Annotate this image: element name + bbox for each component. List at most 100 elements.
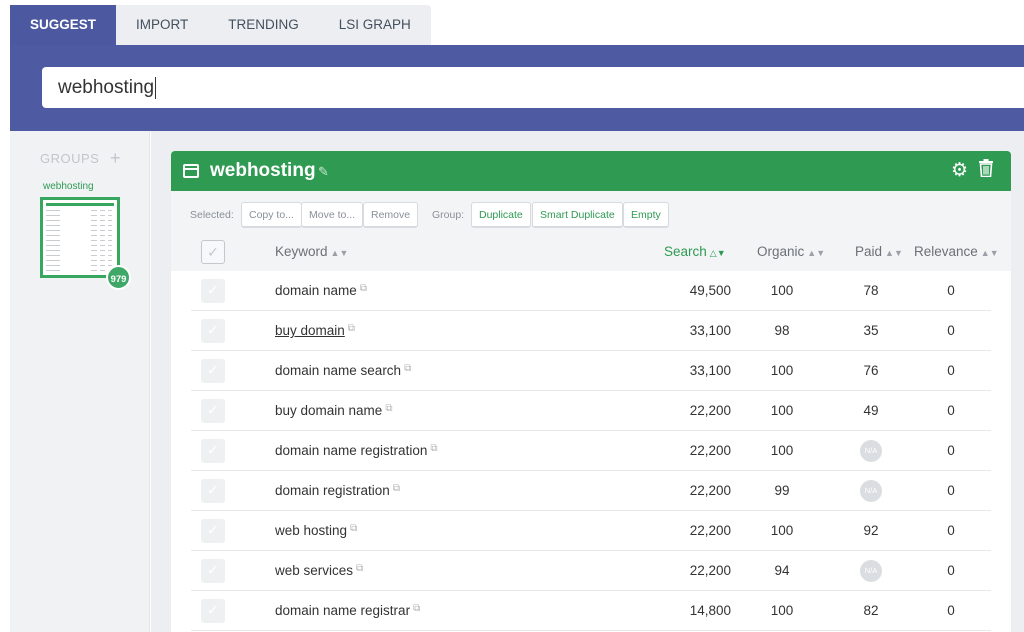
keyword-cell[interactable]: domain name search ⧉ [275, 363, 411, 378]
thumbnail-line [46, 210, 60, 211]
external-link-icon[interactable]: ⧉ [393, 483, 400, 494]
row-checkbox[interactable]: ✓ [201, 279, 225, 303]
external-link-icon[interactable]: ⧉ [350, 523, 357, 534]
thumbnail-line [108, 250, 112, 251]
thumbnail-line [108, 225, 112, 226]
pencil-icon[interactable]: ✎ [318, 164, 329, 180]
search-cell: 33,100 [689, 323, 731, 338]
keyword-cell[interactable]: buy domain name ⧉ [275, 403, 392, 418]
smart-duplicate-button[interactable]: Smart Duplicate [532, 202, 623, 228]
organic-cell: 100 [770, 443, 794, 458]
thumbnail-line [91, 210, 97, 211]
relevance-cell: 0 [947, 363, 955, 378]
groups-header: GROUPS [40, 151, 100, 166]
organic-cell: 100 [770, 403, 794, 418]
relevance-cell: 0 [947, 483, 955, 498]
sort-desc-icon: △▼ [709, 248, 726, 258]
organic-cell: 100 [770, 603, 794, 618]
tab-bar: SUGGEST IMPORT TRENDING LSI GRAPH [10, 5, 431, 45]
search-input[interactable]: webhosting [42, 67, 1024, 108]
tab-trending[interactable]: TRENDING [208, 5, 319, 45]
table-row[interactable]: ✓ web services ⧉ 22,200 94 N/A 0 [171, 551, 1011, 591]
external-link-icon[interactable]: ⧉ [404, 363, 411, 374]
external-link-icon[interactable]: ⧉ [385, 403, 392, 414]
row-checkbox[interactable]: ✓ [201, 559, 225, 583]
thumbnail-line [46, 215, 60, 216]
column-organic[interactable]: Organic ▲▼ [757, 244, 825, 259]
search-cell: 14,800 [689, 603, 731, 618]
table-row[interactable]: ✓ buy domain name ⧉ 22,200 100 49 0 [171, 391, 1011, 431]
select-all-checkbox[interactable]: ✓ [201, 240, 225, 264]
group-name-label[interactable]: webhosting [43, 181, 94, 192]
table-row[interactable]: ✓ domain registration ⧉ 22,200 99 N/A 0 [171, 471, 1011, 511]
table-row[interactable]: ✓ web hosting ⧉ 22,200 100 92 0 [171, 511, 1011, 551]
thumbnail-line [100, 215, 105, 216]
thumbnail-line [100, 220, 105, 221]
trash-icon[interactable] [979, 159, 995, 181]
relevance-cell: 0 [947, 323, 955, 338]
external-link-icon[interactable]: ⧉ [348, 323, 355, 334]
empty-button[interactable]: Empty [623, 202, 669, 228]
tab-lsi-graph[interactable]: LSI GRAPH [318, 5, 431, 45]
thumbnail-line [46, 265, 60, 266]
keyword-cell[interactable]: web hosting ⧉ [275, 523, 357, 538]
thumbnail-line [46, 245, 60, 246]
thumbnail-line [108, 260, 112, 261]
table-row[interactable]: ✓ domain name ⧉ 49,500 100 78 0 [171, 271, 1011, 311]
row-checkbox[interactable]: ✓ [201, 599, 225, 623]
external-link-icon[interactable]: ⧉ [413, 603, 420, 614]
thumbnail-line [108, 215, 112, 216]
tab-suggest[interactable]: SUGGEST [10, 5, 117, 45]
group-thumbnail[interactable] [40, 197, 120, 278]
thumbnail-line [91, 230, 97, 231]
move-to-button[interactable]: Move to... [301, 202, 364, 228]
thumbnail-line [46, 250, 60, 251]
thumbnail-line [108, 255, 112, 256]
paid-na-badge: N/A [860, 560, 882, 582]
table-row[interactable]: ✓ buy domain ⧉ 33,100 98 35 0 [171, 311, 1011, 351]
row-checkbox[interactable]: ✓ [201, 479, 225, 503]
column-relevance[interactable]: Relevance ▲▼ [914, 244, 999, 259]
column-keyword[interactable]: Keyword ▲▼ [275, 244, 348, 259]
thumbnail-line [91, 215, 97, 216]
thumbnail-line [100, 265, 105, 266]
external-link-icon[interactable]: ⧉ [360, 283, 367, 294]
table-row[interactable]: ✓ domain name registration ⧉ 22,200 100 N/A 0 [171, 431, 1011, 471]
add-group-button[interactable]: + [110, 148, 121, 169]
keyword-cell[interactable]: domain registration ⧉ [275, 483, 400, 498]
table-row[interactable]: ✓ domain name registrar ⧉ 14,800 100 82 0 [171, 591, 1011, 631]
thumbnail-line [108, 220, 112, 221]
keyword-cell[interactable]: domain name registrar ⧉ [275, 603, 420, 618]
keyword-cell[interactable]: domain name ⧉ [275, 283, 367, 298]
keyword-cell[interactable]: buy domain ⧉ [275, 323, 355, 338]
row-checkbox[interactable]: ✓ [201, 519, 225, 543]
tab-import[interactable]: IMPORT [116, 5, 209, 45]
external-link-icon[interactable]: ⧉ [430, 443, 437, 454]
relevance-cell: 0 [947, 563, 955, 578]
sort-icon: ▲▼ [980, 248, 999, 258]
row-checkbox[interactable]: ✓ [201, 359, 225, 383]
keyword-cell[interactable]: web services ⧉ [275, 563, 363, 578]
search-cell: 22,200 [689, 483, 731, 498]
column-search[interactable]: Search △▼ [664, 244, 726, 259]
panel-title: webhosting [210, 160, 316, 181]
keyword-cell[interactable]: domain name registration ⧉ [275, 443, 437, 458]
row-checkbox[interactable]: ✓ [201, 399, 225, 423]
organic-cell: 99 [774, 483, 790, 498]
row-checkbox[interactable]: ✓ [201, 439, 225, 463]
thumbnail-line [46, 255, 60, 256]
table-row[interactable]: ✓ domain name search ⧉ 33,100 100 76 0 [171, 351, 1011, 391]
external-link-icon[interactable]: ⧉ [356, 563, 363, 574]
search-cell: 49,500 [689, 283, 731, 298]
thumbnail-line [91, 260, 97, 261]
remove-button[interactable]: Remove [363, 202, 419, 228]
thumbnail-line [100, 235, 105, 236]
copy-to-button[interactable]: Copy to... [241, 202, 302, 228]
relevance-cell: 0 [947, 523, 955, 538]
gear-icon[interactable]: ⚙ [951, 159, 968, 182]
group-label: Group: [432, 209, 465, 221]
duplicate-button[interactable]: Duplicate [471, 202, 531, 228]
search-cell: 22,200 [689, 403, 731, 418]
row-checkbox[interactable]: ✓ [201, 319, 225, 343]
column-paid[interactable]: Paid ▲▼ [855, 244, 903, 259]
